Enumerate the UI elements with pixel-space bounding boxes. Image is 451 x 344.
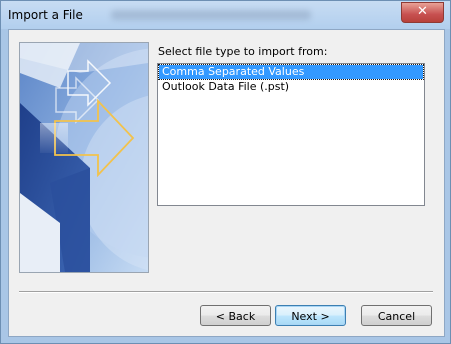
dialog-body: Select file type to import from: Comma S… (8, 29, 445, 337)
button-divider (19, 291, 433, 293)
file-type-prompt: Select file type to import from: (158, 45, 328, 58)
import-file-dialog: Import a File ✕ Select file type to impo… (0, 0, 451, 344)
cancel-button[interactable]: Cancel (361, 305, 432, 326)
arrows-graphic (20, 43, 148, 272)
back-button[interactable]: < Back (200, 305, 271, 326)
close-button[interactable]: ✕ (401, 2, 444, 23)
list-item-comma-separated-values[interactable]: Comma Separated Values (158, 64, 424, 80)
title-bar[interactable]: Import a File ✕ (1, 1, 450, 29)
wizard-banner-image (19, 42, 149, 273)
file-type-list[interactable]: Comma Separated Values Outlook Data File… (157, 63, 425, 206)
list-item-outlook-data-file[interactable]: Outlook Data File (.pst) (159, 80, 423, 94)
next-button[interactable]: Next > (275, 305, 346, 326)
window-title: Import a File (8, 8, 83, 22)
blurred-title-region (111, 10, 311, 20)
close-icon: ✕ (417, 4, 428, 19)
